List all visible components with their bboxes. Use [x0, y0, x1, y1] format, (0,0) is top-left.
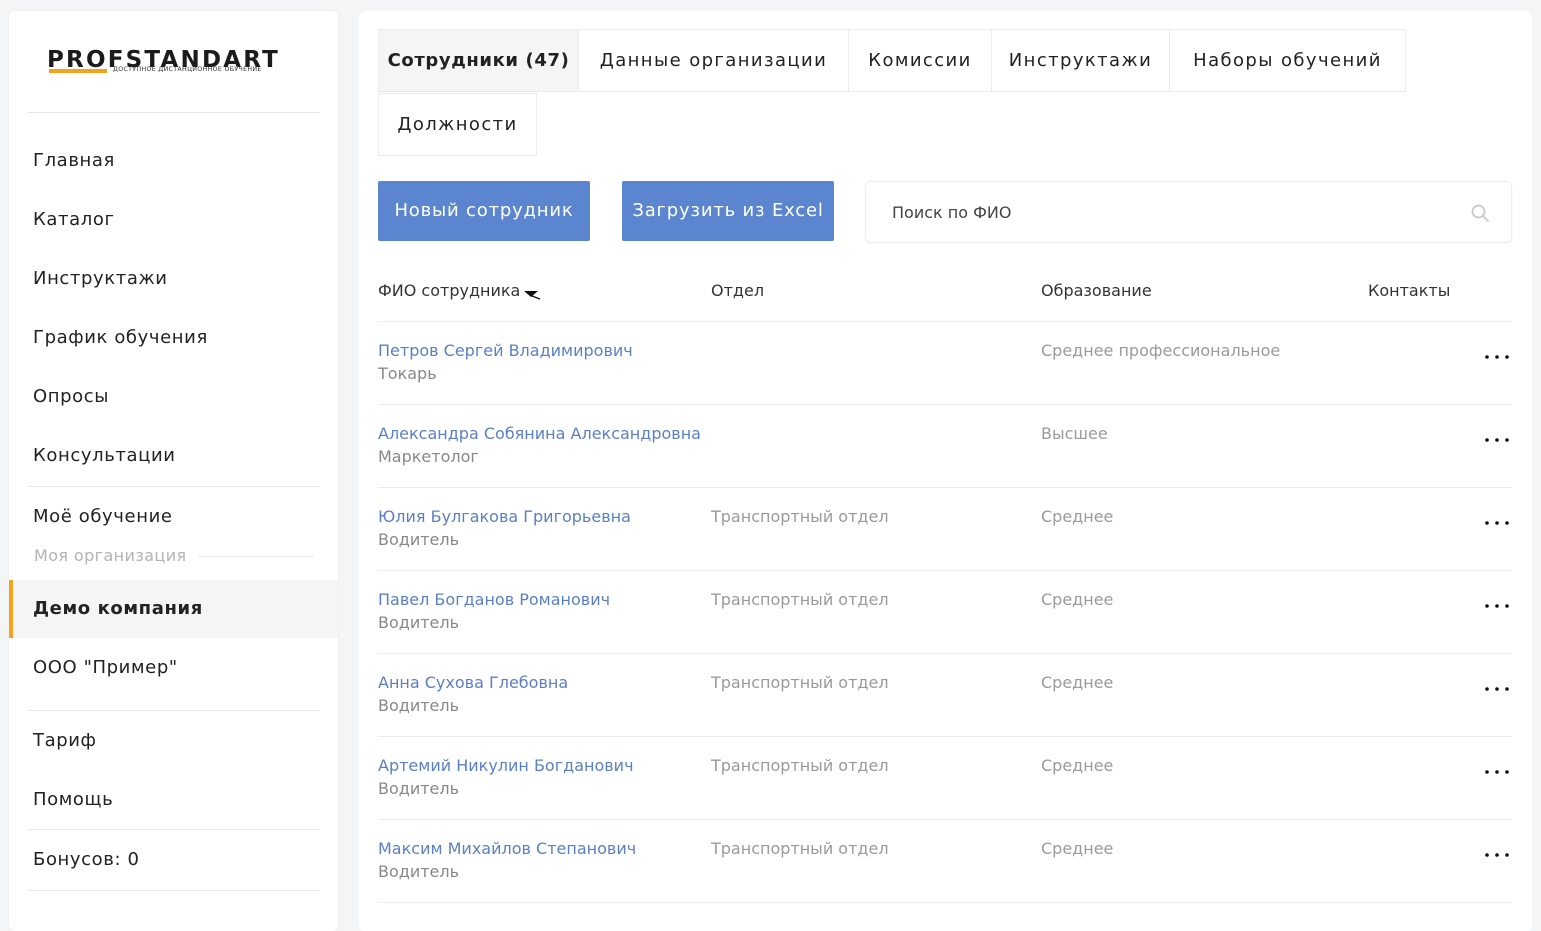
- employee-position: Маркетолог: [378, 447, 479, 466]
- sidebar-divider: [28, 112, 320, 113]
- column-header-education: Образование: [1041, 281, 1152, 300]
- employee-position: Водитель: [378, 530, 460, 549]
- sidebar-item-schedule[interactable]: График обучения: [33, 327, 208, 349]
- tab-briefings[interactable]: Инструктажи: [991, 29, 1170, 92]
- tab-employees[interactable]: Сотрудники (47): [378, 29, 579, 92]
- employee-education: Среднее профессиональное: [1041, 341, 1281, 360]
- employee-position: Водитель: [378, 696, 460, 715]
- employee-name-link[interactable]: Артемий Никулин Богданович: [378, 756, 634, 776]
- more-options-icon[interactable]: [1483, 767, 1511, 777]
- table-divider: [378, 653, 1512, 654]
- sort-icon[interactable]: [523, 288, 541, 300]
- table-divider: [378, 819, 1512, 820]
- employee-department: Транспортный отдел: [711, 673, 889, 692]
- more-options-icon[interactable]: [1483, 435, 1511, 445]
- more-options-icon[interactable]: [1483, 518, 1511, 528]
- sidebar-item-label: Демо компания: [33, 598, 203, 619]
- sidebar-item-consultations[interactable]: Консультации: [33, 445, 176, 467]
- section-divider: [199, 556, 313, 557]
- employee-education: Среднее: [1041, 673, 1114, 692]
- sidebar-divider: [28, 890, 320, 891]
- search-icon[interactable]: [1470, 203, 1490, 223]
- search-input[interactable]: [892, 196, 1452, 228]
- sidebar-item-org-example[interactable]: ООО "Пример": [33, 657, 178, 679]
- more-options-icon[interactable]: [1483, 850, 1511, 860]
- sidebar-divider: [28, 486, 320, 487]
- table-divider: [378, 902, 1512, 903]
- employee-name-link[interactable]: Петров Сергей Владимирович: [378, 341, 633, 361]
- employee-name-link[interactable]: Юлия Булгакова Григорьевна: [378, 507, 631, 527]
- new-employee-button[interactable]: Новый сотрудник: [378, 181, 590, 241]
- sidebar-item-briefings[interactable]: Инструктажи: [33, 268, 168, 290]
- employee-education: Среднее: [1041, 590, 1114, 609]
- employee-department: Транспортный отдел: [711, 756, 889, 775]
- employee-education: Среднее: [1041, 507, 1114, 526]
- employee-position: Водитель: [378, 862, 460, 881]
- employee-education: Среднее: [1041, 756, 1114, 775]
- main-panel: Сотрудники (47) Данные организации Комис…: [359, 11, 1532, 931]
- employee-department: Транспортный отдел: [711, 507, 889, 526]
- sidebar-item-home[interactable]: Главная: [33, 150, 115, 172]
- logo-tagline: доступное дистанционное обучение: [113, 66, 262, 73]
- column-header-name[interactable]: ФИО сотрудника: [378, 281, 520, 301]
- sidebar-item-demo-company[interactable]: Демо компания: [9, 580, 338, 638]
- tab-organization-data[interactable]: Данные организации: [578, 29, 849, 92]
- sidebar-item-catalog[interactable]: Каталог: [33, 209, 115, 231]
- table-divider: [378, 487, 1512, 488]
- sidebar-divider: [28, 829, 320, 830]
- logo[interactable]: PROFSTANDART доступное дистанционное обу…: [47, 46, 307, 86]
- column-header-contacts: Контакты: [1368, 281, 1451, 300]
- table-divider: [378, 404, 1512, 405]
- column-header-department: Отдел: [711, 281, 765, 300]
- table-divider: [378, 736, 1512, 737]
- employee-position: Токарь: [378, 364, 437, 383]
- sidebar-item-surveys[interactable]: Опросы: [33, 386, 109, 408]
- tab-training-sets[interactable]: Наборы обучений: [1169, 29, 1406, 92]
- employee-name-link[interactable]: Павел Богданов Романович: [378, 590, 610, 610]
- employee-name-link[interactable]: Максим Михайлов Степанович: [378, 839, 636, 859]
- tab-commissions[interactable]: Комиссии: [848, 29, 992, 92]
- table-divider: [378, 321, 1512, 322]
- sidebar: PROFSTANDART доступное дистанционное обу…: [9, 11, 338, 931]
- sidebar-item-help[interactable]: Помощь: [33, 789, 113, 811]
- sidebar-item-my-learning[interactable]: Моё обучение: [33, 506, 173, 528]
- search-box: [865, 181, 1512, 243]
- section-label-my-organization: Моя организация: [34, 546, 187, 565]
- table-divider: [378, 570, 1512, 571]
- employee-position: Водитель: [378, 779, 460, 798]
- employee-department: Транспортный отдел: [711, 590, 889, 609]
- employee-education: Среднее: [1041, 839, 1114, 858]
- employee-name-link[interactable]: Александра Собянина Александровна: [378, 424, 701, 444]
- sidebar-divider: [28, 710, 320, 711]
- more-options-icon[interactable]: [1483, 352, 1511, 362]
- import-excel-button[interactable]: Загрузить из Excel: [622, 181, 834, 241]
- employee-name-link[interactable]: Анна Сухова Глебовна: [378, 673, 568, 693]
- employee-position: Водитель: [378, 613, 460, 632]
- employee-education: Высшее: [1041, 424, 1108, 443]
- more-options-icon[interactable]: [1483, 684, 1511, 694]
- bonus-counter[interactable]: Бонусов: 0: [33, 849, 140, 871]
- more-options-icon[interactable]: [1483, 601, 1511, 611]
- logo-accent-bar: [49, 69, 107, 73]
- tab-positions[interactable]: Должности: [378, 93, 537, 156]
- employee-department: Транспортный отдел: [711, 839, 889, 858]
- sidebar-item-tariff[interactable]: Тариф: [33, 730, 97, 752]
